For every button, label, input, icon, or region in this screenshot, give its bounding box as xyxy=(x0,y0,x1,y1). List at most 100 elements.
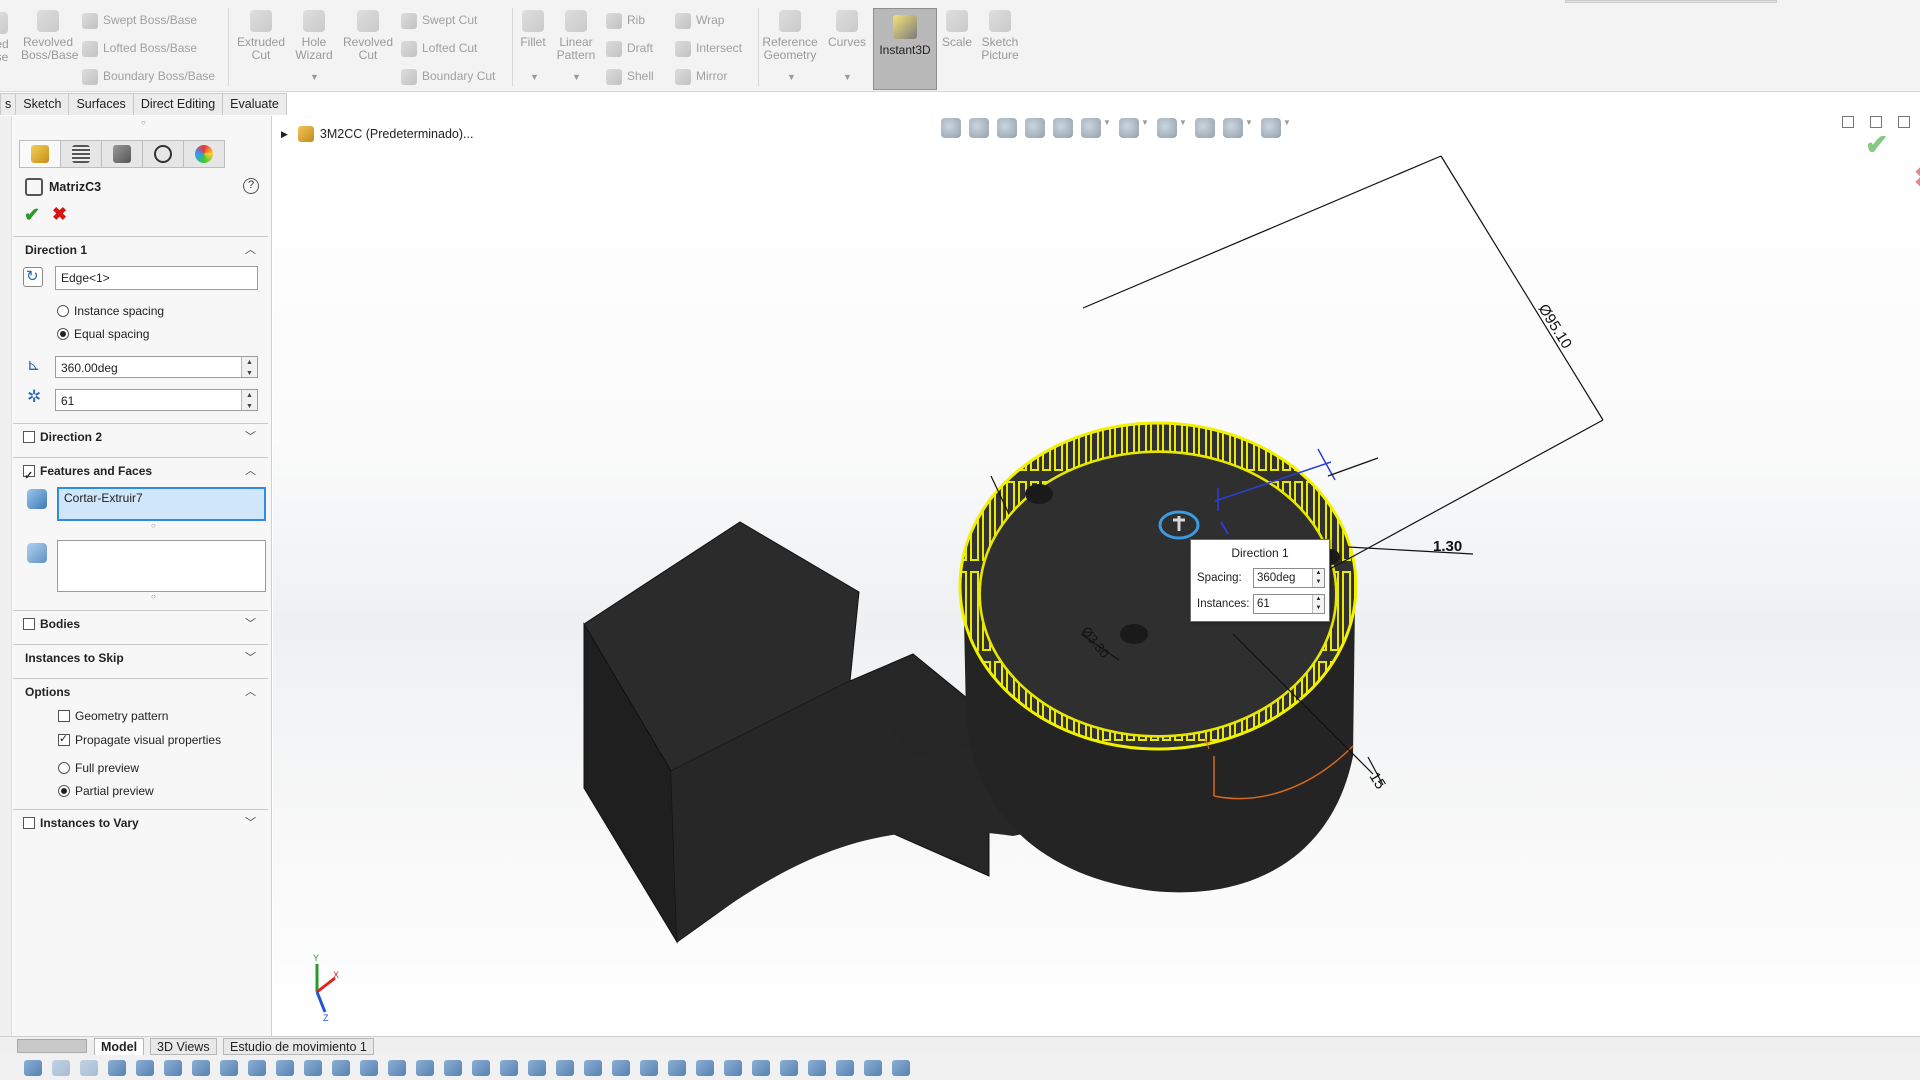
mirror-entities-icon[interactable] xyxy=(500,1059,518,1076)
shell-button[interactable]: Shell xyxy=(606,66,654,86)
tab-3d-views[interactable]: 3D Views xyxy=(150,1038,217,1055)
extruded-cut-button[interactable]: Extruded Cut xyxy=(234,10,288,62)
chevron-up-icon[interactable]: ︿ xyxy=(245,237,256,263)
chevron-down-icon[interactable]: ﹀ xyxy=(245,645,256,671)
instances-to-vary-checkbox[interactable] xyxy=(23,817,35,829)
rectangle-icon[interactable] xyxy=(164,1059,182,1076)
direction2-checkbox[interactable] xyxy=(23,431,35,443)
instances-field[interactable]: 61 ▲ ▼ xyxy=(55,389,258,411)
linear-pattern-dropdown-icon[interactable]: ▼ xyxy=(572,72,581,82)
smart-dimension-icon[interactable] xyxy=(24,1059,42,1076)
point-icon[interactable] xyxy=(108,1059,126,1076)
offset-icon[interactable] xyxy=(416,1059,434,1076)
rotate-view-icon[interactable] xyxy=(668,1059,686,1076)
tab-display-manager[interactable] xyxy=(183,140,225,168)
relations-icon[interactable] xyxy=(472,1059,490,1076)
bodies-header[interactable]: Bodies ﹀ xyxy=(13,611,268,637)
popup-instances-spinner[interactable]: ▲ ▼ xyxy=(1312,595,1324,613)
swept-boss-button[interactable]: Swept Boss/Base xyxy=(82,10,197,30)
tab-direct-editing[interactable]: Direct Editing xyxy=(132,93,224,115)
instances-to-vary-header[interactable]: Instances to Vary ﹀ xyxy=(13,810,268,836)
popup-spacing-field[interactable]: 360deg ▲ ▼ xyxy=(1253,568,1325,588)
lofted-cut-button[interactable]: Lofted Cut xyxy=(401,38,477,58)
revolved-cut-button[interactable]: Revolved Cut xyxy=(341,10,395,62)
sketch-picture-button[interactable]: Sketch Picture xyxy=(973,10,1027,62)
tab-feature-manager[interactable] xyxy=(19,140,61,168)
revolved-boss-partial-button[interactable]: ed se xyxy=(0,12,12,64)
faces-to-pattern-list[interactable] xyxy=(57,540,266,592)
draft-button[interactable]: Draft xyxy=(606,38,653,58)
line-icon[interactable] xyxy=(136,1059,154,1076)
boundary-boss-button[interactable]: Boundary Boss/Base xyxy=(82,66,215,86)
tab-property-manager[interactable] xyxy=(60,140,102,168)
mirror-button[interactable]: Mirror xyxy=(675,66,727,86)
tab-model[interactable]: Model xyxy=(94,1038,145,1055)
tab-motion-study[interactable]: Estudio de movimiento 1 xyxy=(223,1038,374,1055)
bodies-checkbox[interactable] xyxy=(23,618,35,630)
table-icon[interactable] xyxy=(696,1059,714,1076)
direction1-header[interactable]: Direction 1 ︿ xyxy=(13,237,268,263)
centerpoint-icon[interactable] xyxy=(304,1059,322,1076)
full-preview-option[interactable]: Full preview xyxy=(58,761,139,775)
help-icon[interactable]: ? xyxy=(243,178,259,194)
reference-geometry-dropdown-icon[interactable]: ▼ xyxy=(787,72,796,82)
geometry-pattern-checkbox[interactable] xyxy=(58,710,70,722)
chevron-down-icon[interactable]: ﹀ xyxy=(245,424,256,450)
spline-icon[interactable] xyxy=(248,1059,266,1076)
panel-resize-handle[interactable]: ○ xyxy=(141,118,146,127)
popup-spacing-spinner[interactable]: ▲ ▼ xyxy=(1312,569,1324,587)
instances-to-skip-header[interactable]: Instances to Skip ﹀ xyxy=(13,645,268,671)
layout-icon[interactable] xyxy=(836,1059,854,1076)
plane-icon[interactable] xyxy=(276,1059,294,1076)
curves-button[interactable]: Curves xyxy=(820,10,874,49)
lofted-boss-button[interactable]: Lofted Boss/Base xyxy=(82,38,197,58)
zoom-icon[interactable] xyxy=(556,1059,574,1076)
tab-sketch[interactable]: Sketch xyxy=(15,93,70,115)
dim-outer-diameter[interactable]: Ø95.10 xyxy=(1535,301,1575,352)
intersect-button[interactable]: Intersect xyxy=(675,38,742,58)
annotation-icon[interactable] xyxy=(584,1059,602,1076)
chevron-down-icon[interactable]: ﹀ xyxy=(245,810,256,836)
equal-spacing-option[interactable]: Equal spacing xyxy=(57,327,149,341)
geometry-pattern-option[interactable]: Geometry pattern xyxy=(58,709,168,723)
chamfer-icon[interactable] xyxy=(640,1059,658,1076)
dim-thickness[interactable]: 1.30 xyxy=(1433,538,1462,555)
tab-features[interactable]: s xyxy=(0,93,17,115)
features-to-pattern-list[interactable]: Cortar-Extruir7 xyxy=(57,487,266,521)
tab-configuration-manager[interactable] xyxy=(101,140,143,168)
circle-icon[interactable] xyxy=(388,1059,406,1076)
reverse-direction-icon[interactable]: ↻ xyxy=(23,267,43,287)
instant3d-button[interactable]: Instant3D xyxy=(873,8,937,90)
hole-wizard-button[interactable]: Hole Wizard xyxy=(287,10,341,62)
full-preview-radio[interactable] xyxy=(58,762,70,774)
chevron-down-icon[interactable]: ﹀ xyxy=(245,611,256,637)
angle-spinner[interactable]: ▲ ▼ xyxy=(241,357,257,377)
chevron-up-icon[interactable]: ︿ xyxy=(245,679,256,705)
partial-preview-radio[interactable] xyxy=(58,785,70,797)
boundary-cut-button[interactable]: Boundary Cut xyxy=(401,66,495,86)
weld-icon[interactable] xyxy=(724,1059,742,1076)
propagate-visual-option[interactable]: Propagate visual properties xyxy=(58,732,221,747)
instance-spacing-option[interactable]: Instance spacing xyxy=(57,304,164,318)
tab-dimxpert-manager[interactable] xyxy=(142,140,184,168)
list-resize-handle[interactable]: ○ xyxy=(151,592,156,601)
popup-instances-field[interactable]: 61 ▲ ▼ xyxy=(1253,594,1325,614)
features-faces-header[interactable]: Features and Faces︿ xyxy=(13,458,268,489)
tab-evaluate[interactable]: Evaluate xyxy=(222,93,287,115)
tab-scroll-buttons[interactable] xyxy=(17,1039,87,1053)
cancel-button[interactable]: ✖ xyxy=(52,204,67,225)
rib-button[interactable]: Rib xyxy=(606,10,645,30)
propagate-visual-checkbox[interactable] xyxy=(58,732,70,746)
wrap-button[interactable]: Wrap xyxy=(675,10,724,30)
list-resize-handle[interactable]: ○ xyxy=(151,521,156,530)
angle-field[interactable]: 360.00deg ▲ ▼ xyxy=(55,356,258,378)
features-faces-checkbox[interactable] xyxy=(23,463,35,489)
revolved-boss-button[interactable]: Revolved Boss/Base xyxy=(21,10,78,62)
chevron-up-icon[interactable]: ︿ xyxy=(245,458,256,484)
gear-cylinder[interactable] xyxy=(958,421,1358,893)
display-icon[interactable] xyxy=(752,1059,770,1076)
dim-height[interactable]: 15 xyxy=(1366,769,1389,792)
instance-spacing-radio[interactable] xyxy=(57,305,69,317)
tab-surfaces[interactable]: Surfaces xyxy=(68,93,134,115)
search-box[interactable] xyxy=(1565,0,1777,3)
